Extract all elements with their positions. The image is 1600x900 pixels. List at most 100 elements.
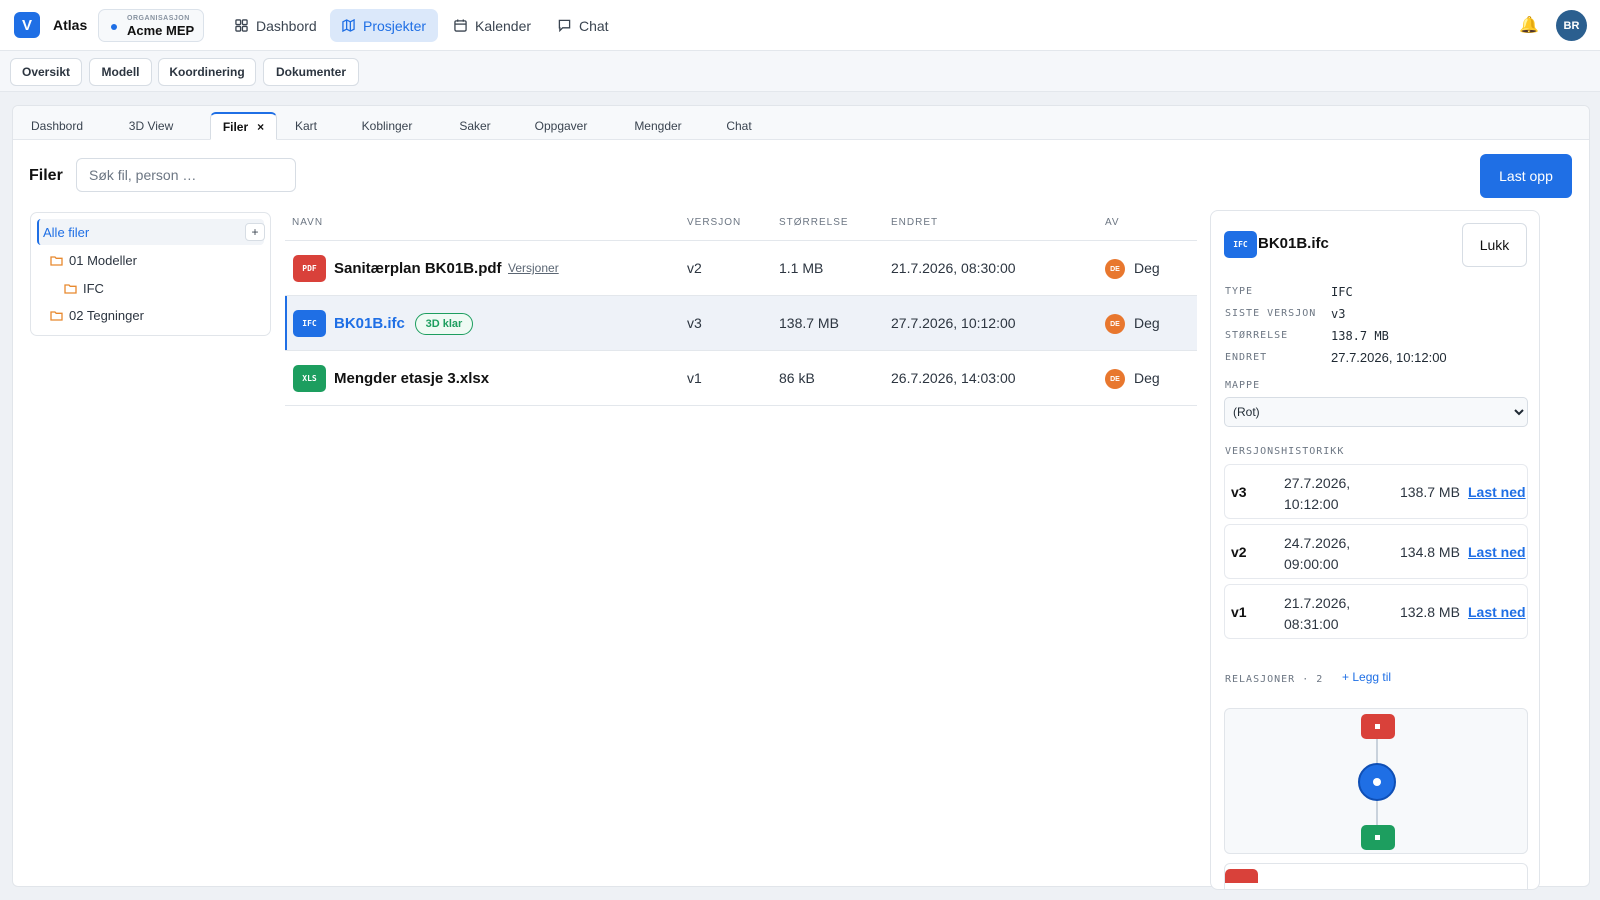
version-number: v3 bbox=[1231, 484, 1247, 500]
file-details-panel: IFC BK01B.ifc Lukk TYPE IFC SISTE VERSJO… bbox=[1210, 210, 1540, 890]
nav-label: Prosjekter bbox=[363, 17, 427, 34]
meta-value-size: 138.7 MB bbox=[1331, 329, 1389, 343]
tree-folder-label: 02 Tegninger bbox=[69, 308, 144, 323]
file-modified: 26.7.2026, 14:03:00 bbox=[891, 370, 1016, 386]
add-relation-link[interactable]: + Legg til bbox=[1342, 670, 1391, 684]
top-bar: V Atlas ORGANISASJON Acme MEP Dashbord P… bbox=[0, 0, 1600, 51]
nav-calendar[interactable]: Kalender bbox=[442, 9, 543, 42]
close-details-button[interactable]: Lukk bbox=[1462, 223, 1527, 267]
tab-links[interactable]: Koblinger bbox=[354, 112, 420, 140]
user-avatar: DE bbox=[1105, 369, 1125, 389]
download-link[interactable]: Last ned bbox=[1468, 604, 1526, 620]
details-title: BK01B.ifc bbox=[1258, 235, 1329, 252]
page-title: Filer bbox=[29, 167, 63, 184]
folder-icon bbox=[50, 311, 63, 321]
subtab-coordination[interactable]: Koordinering bbox=[158, 58, 256, 86]
xls-file-icon: XLS bbox=[293, 365, 326, 392]
org-status-dot bbox=[111, 24, 117, 30]
tab-files[interactable]: Filer × bbox=[210, 112, 277, 140]
table-row[interactable]: XLS Mengder etasje 3.xlsx v1 86 kB 26.7.… bbox=[285, 351, 1197, 406]
versions-link[interactable]: Versjoner bbox=[508, 261, 559, 275]
column-header-version[interactable]: VERSJON bbox=[687, 217, 741, 228]
column-header-by[interactable]: AV bbox=[1105, 217, 1120, 228]
app-logo[interactable]: V bbox=[14, 12, 40, 38]
tree-folder-label: 01 Modeller bbox=[69, 253, 137, 268]
chat-icon bbox=[558, 19, 571, 32]
tree-folder-models[interactable]: 01 Modeller bbox=[50, 253, 137, 268]
nav-chat[interactable]: Chat bbox=[546, 9, 621, 42]
column-header-modified[interactable]: ENDRET bbox=[891, 217, 938, 228]
nav-projects[interactable]: Prosjekter bbox=[330, 9, 439, 42]
tab-map[interactable]: Kart bbox=[283, 112, 329, 140]
bell-icon[interactable]: 🔔 bbox=[1519, 15, 1539, 35]
close-icon[interactable]: × bbox=[257, 120, 264, 134]
file-version: v3 bbox=[687, 315, 702, 331]
folder-label: MAPPE bbox=[1225, 380, 1261, 391]
download-link[interactable]: Last ned bbox=[1468, 484, 1526, 500]
pdf-file-icon bbox=[1225, 869, 1258, 883]
version-date: 27.7.2026, 10:12:00 bbox=[1284, 475, 1351, 512]
tab-tasks[interactable]: Oppgaver bbox=[526, 112, 596, 140]
tab-quantities[interactable]: Mengder bbox=[624, 112, 692, 140]
search-input[interactable] bbox=[76, 158, 296, 192]
file-size: 1.1 MB bbox=[779, 260, 824, 276]
meta-value-modified: 27.7.2026, 10:12:00 bbox=[1331, 350, 1447, 365]
file-owner: Deg bbox=[1134, 370, 1160, 386]
ifc-file-icon: IFC bbox=[1224, 231, 1257, 258]
tab-chat[interactable]: Chat bbox=[717, 112, 761, 140]
relations-label: RELASJONER · 2 bbox=[1225, 674, 1324, 685]
column-header-name[interactable]: NAVN bbox=[292, 217, 323, 228]
file-owner: Deg bbox=[1134, 315, 1160, 331]
nav-dashboard[interactable]: Dashbord bbox=[223, 9, 329, 42]
tab-files-label: Filer bbox=[222, 119, 249, 134]
status-badge: 3D klar bbox=[415, 313, 473, 335]
version-card: v1 21.7.2026, 08:31:00 132.8 MB Last ned bbox=[1224, 584, 1528, 639]
download-link[interactable]: Last ned bbox=[1468, 544, 1526, 560]
version-number: v1 bbox=[1231, 604, 1247, 620]
tree-folder-ifc[interactable]: IFC bbox=[64, 281, 104, 296]
meta-value-latest-version: v3 bbox=[1331, 307, 1346, 321]
subtab-model[interactable]: Modell bbox=[89, 58, 152, 86]
subtab-documents[interactable]: Dokumenter bbox=[263, 58, 359, 86]
ifc-file-icon: IFC bbox=[293, 310, 326, 337]
tree-item-all-files[interactable]: Alle filer + bbox=[37, 219, 265, 245]
relation-card[interactable] bbox=[1224, 863, 1528, 889]
file-name[interactable]: Mengder etasje 3.xlsx bbox=[334, 370, 489, 387]
tab-issues[interactable]: Saker bbox=[450, 112, 500, 140]
version-card: v3 27.7.2026, 10:12:00 138.7 MB Last ned bbox=[1224, 464, 1528, 519]
version-size: 138.7 MB bbox=[1400, 484, 1460, 500]
meta-value-type: IFC bbox=[1331, 285, 1353, 299]
folder-select[interactable]: (Rot) bbox=[1224, 397, 1528, 427]
version-date: 21.7.2026, 08:31:00 bbox=[1284, 595, 1351, 632]
nav-label: Dashbord bbox=[256, 17, 317, 34]
tab-3d-view[interactable]: 3D View bbox=[116, 112, 186, 140]
table-row-selected[interactable]: IFC BK01B.ifc 3D klar v3 138.7 MB 27.7.2… bbox=[285, 296, 1197, 351]
column-header-size[interactable]: STØRRELSE bbox=[779, 217, 849, 228]
tab-dashboard[interactable]: Dashbord bbox=[19, 112, 95, 140]
org-label: ORGANISASJON bbox=[127, 15, 190, 22]
node-glyph bbox=[1375, 724, 1380, 729]
user-avatar[interactable]: BR bbox=[1556, 10, 1587, 41]
file-modified: 27.7.2026, 10:12:00 bbox=[891, 315, 1016, 331]
table-row[interactable]: PDF Sanitærplan BK01B.pdf Versjoner v2 1… bbox=[285, 241, 1197, 296]
subtab-overview[interactable]: Oversikt bbox=[10, 58, 82, 86]
divider bbox=[285, 405, 1197, 406]
version-size: 134.8 MB bbox=[1400, 544, 1460, 560]
meta-label-type: TYPE bbox=[1225, 286, 1254, 297]
app-name: Atlas bbox=[53, 17, 88, 33]
file-name[interactable]: Sanitærplan BK01B.pdf bbox=[334, 260, 502, 277]
organization-switcher[interactable]: ORGANISASJON Acme MEP bbox=[98, 9, 204, 42]
add-folder-button[interactable]: + bbox=[245, 223, 265, 241]
folder-icon bbox=[64, 284, 77, 294]
folder-icon bbox=[50, 256, 63, 266]
tree-folder-drawings[interactable]: 02 Tegninger bbox=[50, 308, 144, 323]
upload-button[interactable]: Last opp bbox=[1480, 154, 1572, 198]
version-date: 24.7.2026, 09:00:00 bbox=[1284, 535, 1351, 572]
map-icon bbox=[342, 19, 355, 32]
file-modified: 21.7.2026, 08:30:00 bbox=[891, 260, 1016, 276]
meta-label-size: STØRRELSE bbox=[1225, 330, 1289, 341]
version-size: 132.8 MB bbox=[1400, 604, 1460, 620]
user-avatar: DE bbox=[1105, 314, 1125, 334]
file-name[interactable]: BK01B.ifc bbox=[334, 315, 405, 332]
workspace-panel: Dashbord 3D View Filer × Kart Koblinger … bbox=[12, 105, 1590, 890]
